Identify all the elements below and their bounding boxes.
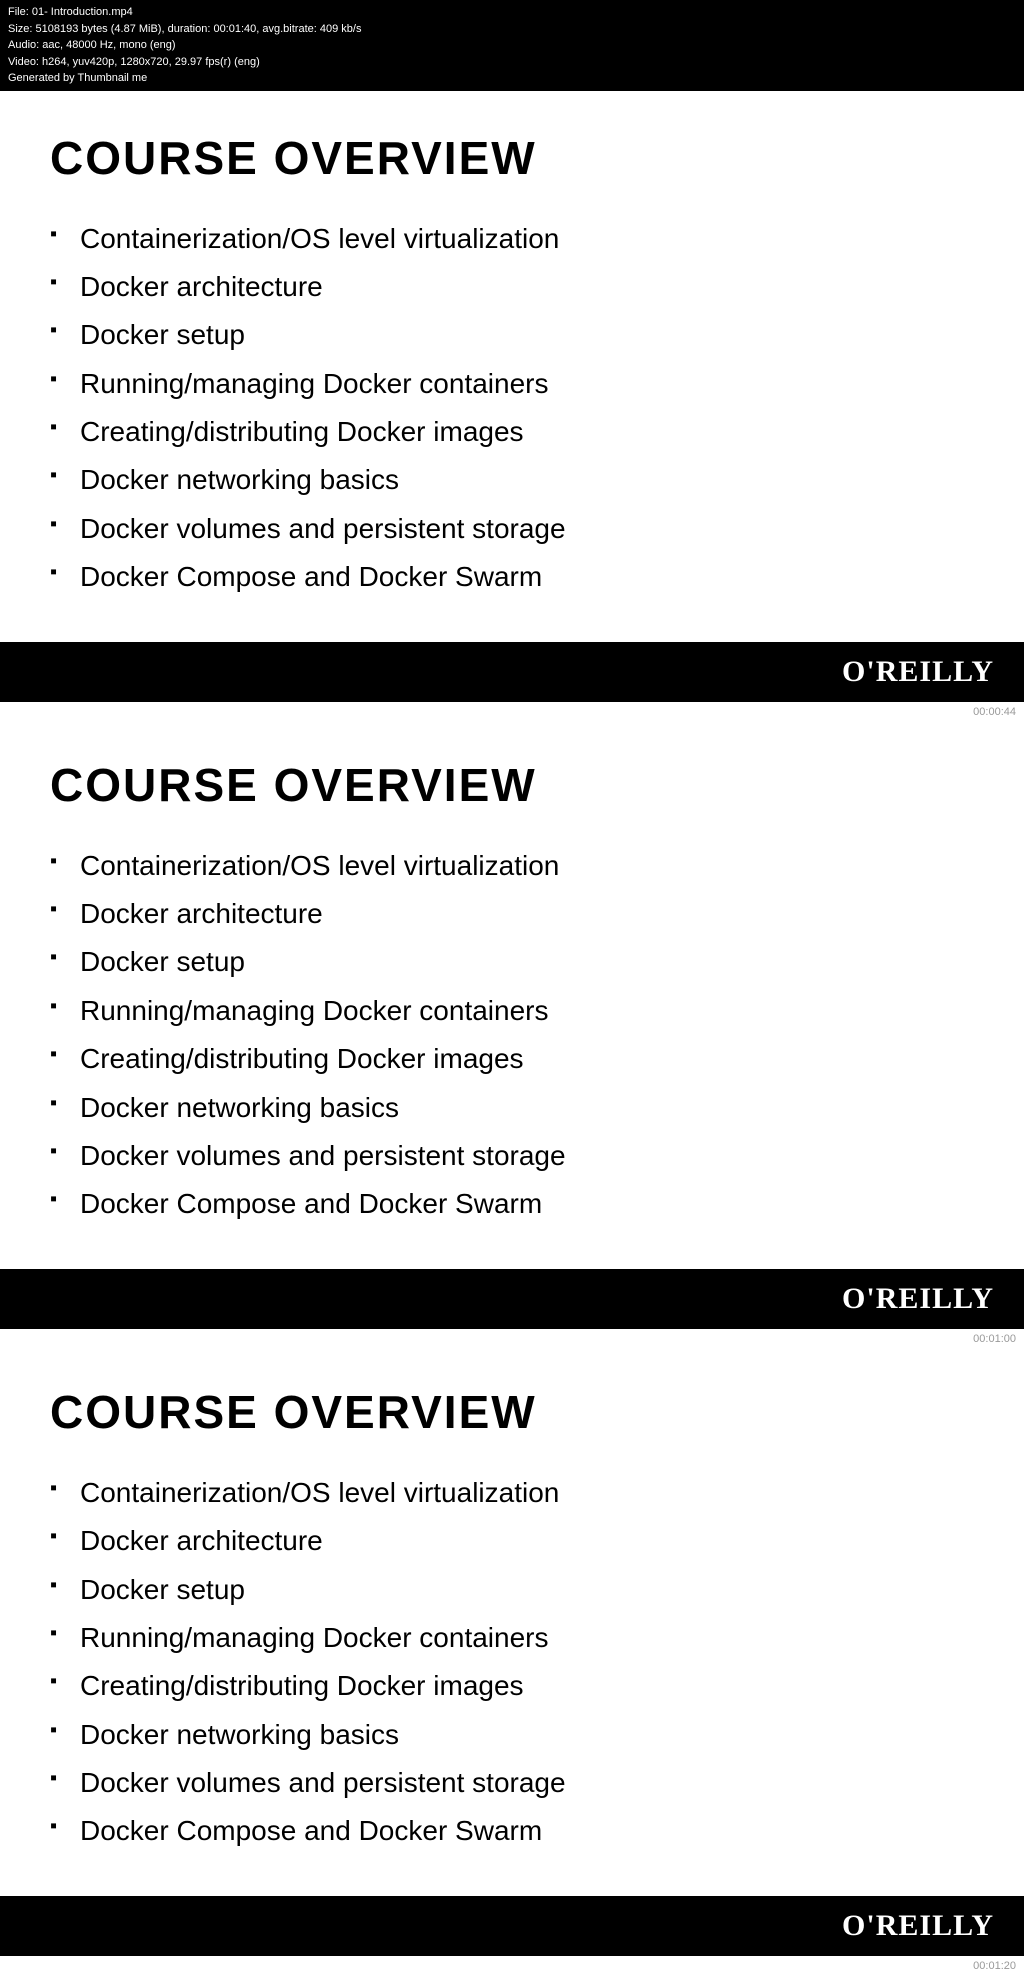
metadata-line3: Audio: aac, 48000 Hz, mono (eng) [8,37,1016,54]
list-item: Containerization/OS level virtualization [50,842,974,890]
metadata-line5: Generated by Thumbnail me [8,70,1016,87]
timestamp-1: 00:00:44 [0,702,1024,718]
list-item: Docker architecture [50,263,974,311]
list-item: Containerization/OS level virtualization [50,1469,974,1517]
metadata-line1: File: 01- Introduction.mp4 [8,4,1016,21]
oreilly-logo-1: O'REILLY [842,655,994,689]
list-item: Running/managing Docker containers [50,360,974,408]
list-item: Docker setup [50,1566,974,1614]
list-item: Docker networking basics [50,456,974,504]
list-item: Docker setup [50,311,974,359]
list-item: Docker Compose and Docker Swarm [50,553,974,601]
metadata-bar: File: 01- Introduction.mp4 Size: 5108193… [0,0,1024,91]
list-item: Docker setup [50,938,974,986]
list-item: Docker architecture [50,1517,974,1565]
slide-3-list: Containerization/OS level virtualization… [50,1469,974,1856]
oreilly-bar-1: O'REILLY [0,642,1024,702]
list-item: Docker volumes and persistent storage [50,505,974,553]
slide-1-content: COURSE OVERVIEW Containerization/OS leve… [0,91,1024,602]
list-item: Containerization/OS level virtualization [50,215,974,263]
slide-2-title: COURSE OVERVIEW [50,758,974,812]
slide-1-list: Containerization/OS level virtualization… [50,215,974,602]
slide-3-content: COURSE OVERVIEW Containerization/OS leve… [0,1345,1024,1856]
list-item: Running/managing Docker containers [50,1614,974,1662]
oreilly-bar-3: O'REILLY [0,1896,1024,1956]
metadata-line4: Video: h264, yuv420p, 1280x720, 29.97 fp… [8,54,1016,71]
list-item: Docker Compose and Docker Swarm [50,1807,974,1855]
list-item: Docker volumes and persistent storage [50,1759,974,1807]
slide-2-content: COURSE OVERVIEW Containerization/OS leve… [0,718,1024,1229]
list-item: Docker volumes and persistent storage [50,1132,974,1180]
oreilly-logo-3: O'REILLY [842,1909,994,1943]
list-item: Docker networking basics [50,1084,974,1132]
slide-3: COURSE OVERVIEW Containerization/OS leve… [0,1345,1024,1972]
metadata-line2: Size: 5108193 bytes (4.87 MiB), duration… [8,21,1016,38]
list-item: Creating/distributing Docker images [50,408,974,456]
oreilly-logo-2: O'REILLY [842,1282,994,1316]
slide-2-list: Containerization/OS level virtualization… [50,842,974,1229]
timestamp-3: 00:01:20 [0,1956,1024,1972]
oreilly-bar-2: O'REILLY [0,1269,1024,1329]
list-item: Creating/distributing Docker images [50,1035,974,1083]
slide-1: COURSE OVERVIEW Containerization/OS leve… [0,91,1024,718]
slide-1-title: COURSE OVERVIEW [50,131,974,185]
list-item: Creating/distributing Docker images [50,1662,974,1710]
slide-3-title: COURSE OVERVIEW [50,1385,974,1439]
list-item: Docker Compose and Docker Swarm [50,1180,974,1228]
list-item: Running/managing Docker containers [50,987,974,1035]
list-item: Docker architecture [50,890,974,938]
slide-2: COURSE OVERVIEW Containerization/OS leve… [0,718,1024,1345]
timestamp-2: 00:01:00 [0,1329,1024,1345]
list-item: Docker networking basics [50,1711,974,1759]
